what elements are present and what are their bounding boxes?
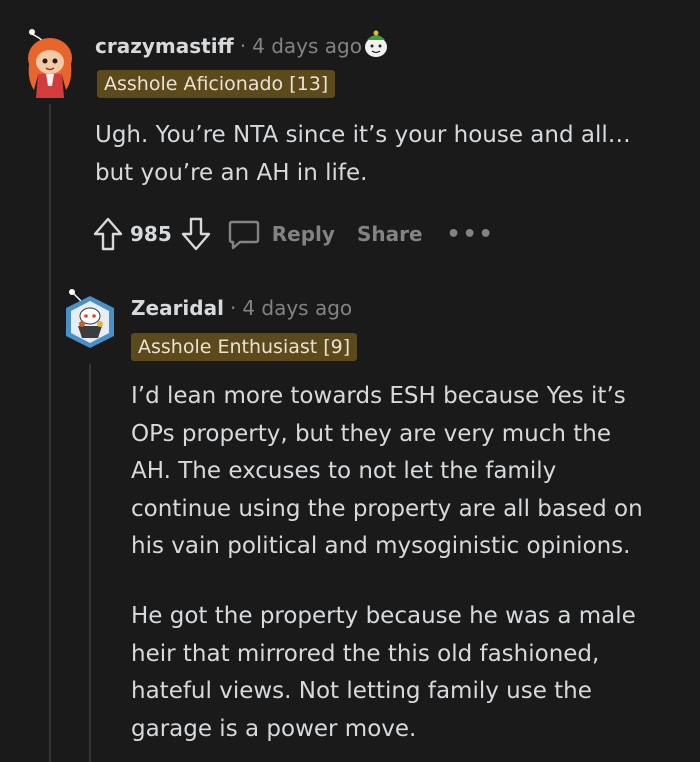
meta-separator: · (229, 296, 237, 320)
comment-2-body-paragraph-2: He got the property because he was a mal… (131, 598, 636, 748)
comment-1-username[interactable]: crazymastiff (95, 34, 234, 58)
reply-button[interactable]: Reply (226, 216, 335, 252)
upvote-button[interactable] (92, 216, 124, 252)
comment-2-flair: Asshole Enthusiast [9] (131, 333, 358, 361)
comment-1-time[interactable]: 4 days ago (252, 34, 362, 58)
downvote-button[interactable] (180, 216, 212, 252)
comment-1-actions: 985 Reply Share ••• (92, 214, 495, 254)
user-avatar[interactable] (62, 288, 118, 350)
comment-1-line: Ugh. You’re NTA since it’s your house an… (95, 122, 631, 148)
comment-2-line: I’d lean more towards ESH because Yes it… (131, 383, 626, 409)
comment-2-line: continue using the property are all base… (131, 495, 643, 522)
achievement-badge-icon[interactable] (362, 28, 390, 58)
meta-separator: · (239, 34, 247, 58)
comment-2-body: I’d lean more towards ESH because Yes it… (131, 378, 643, 566)
vote-score: 985 (130, 222, 172, 246)
comment-2-meta: Zearidal · 4 days ago (131, 296, 352, 320)
thread-line-2[interactable] (89, 364, 91, 762)
comment-1-body: Ugh. You’re NTA since it’s your house an… (95, 117, 631, 192)
comment-2-line: OPs property, but they are very much the (131, 420, 612, 447)
comment-2-line: heir that mirrored the this old fashione… (131, 640, 600, 667)
thread-line-1[interactable] (49, 104, 51, 762)
comment-1-meta: crazymastiff · 4 days ago (95, 34, 362, 58)
downvote-arrow-icon (181, 217, 210, 251)
share-label: Share (356, 222, 423, 246)
reply-label: Reply (271, 222, 335, 246)
comment-2-line: AH. The excuses to not let the family (131, 458, 557, 484)
user-avatar[interactable] (22, 28, 78, 100)
upvote-arrow-icon (93, 217, 123, 251)
share-button[interactable]: Share (357, 222, 423, 246)
comment-2-line: hateful views. Not letting family use th… (131, 678, 592, 704)
comment-2-line: his vain political and mysoginistic opin… (131, 533, 631, 559)
comment-bubble-icon (228, 220, 259, 250)
comment-2-line: He got the property because he was a mal… (131, 603, 636, 629)
comment-2-username[interactable]: Zearidal (131, 296, 224, 320)
comment-2-line: garage is a power move. (131, 715, 417, 742)
comment-2-time[interactable]: 4 days ago (242, 296, 352, 320)
more-options-button[interactable]: ••• (447, 222, 495, 247)
comment-1-flair: Asshole Aficionado [13] (97, 70, 336, 98)
comment-1-line: but you’re an AH in life. (95, 159, 368, 186)
